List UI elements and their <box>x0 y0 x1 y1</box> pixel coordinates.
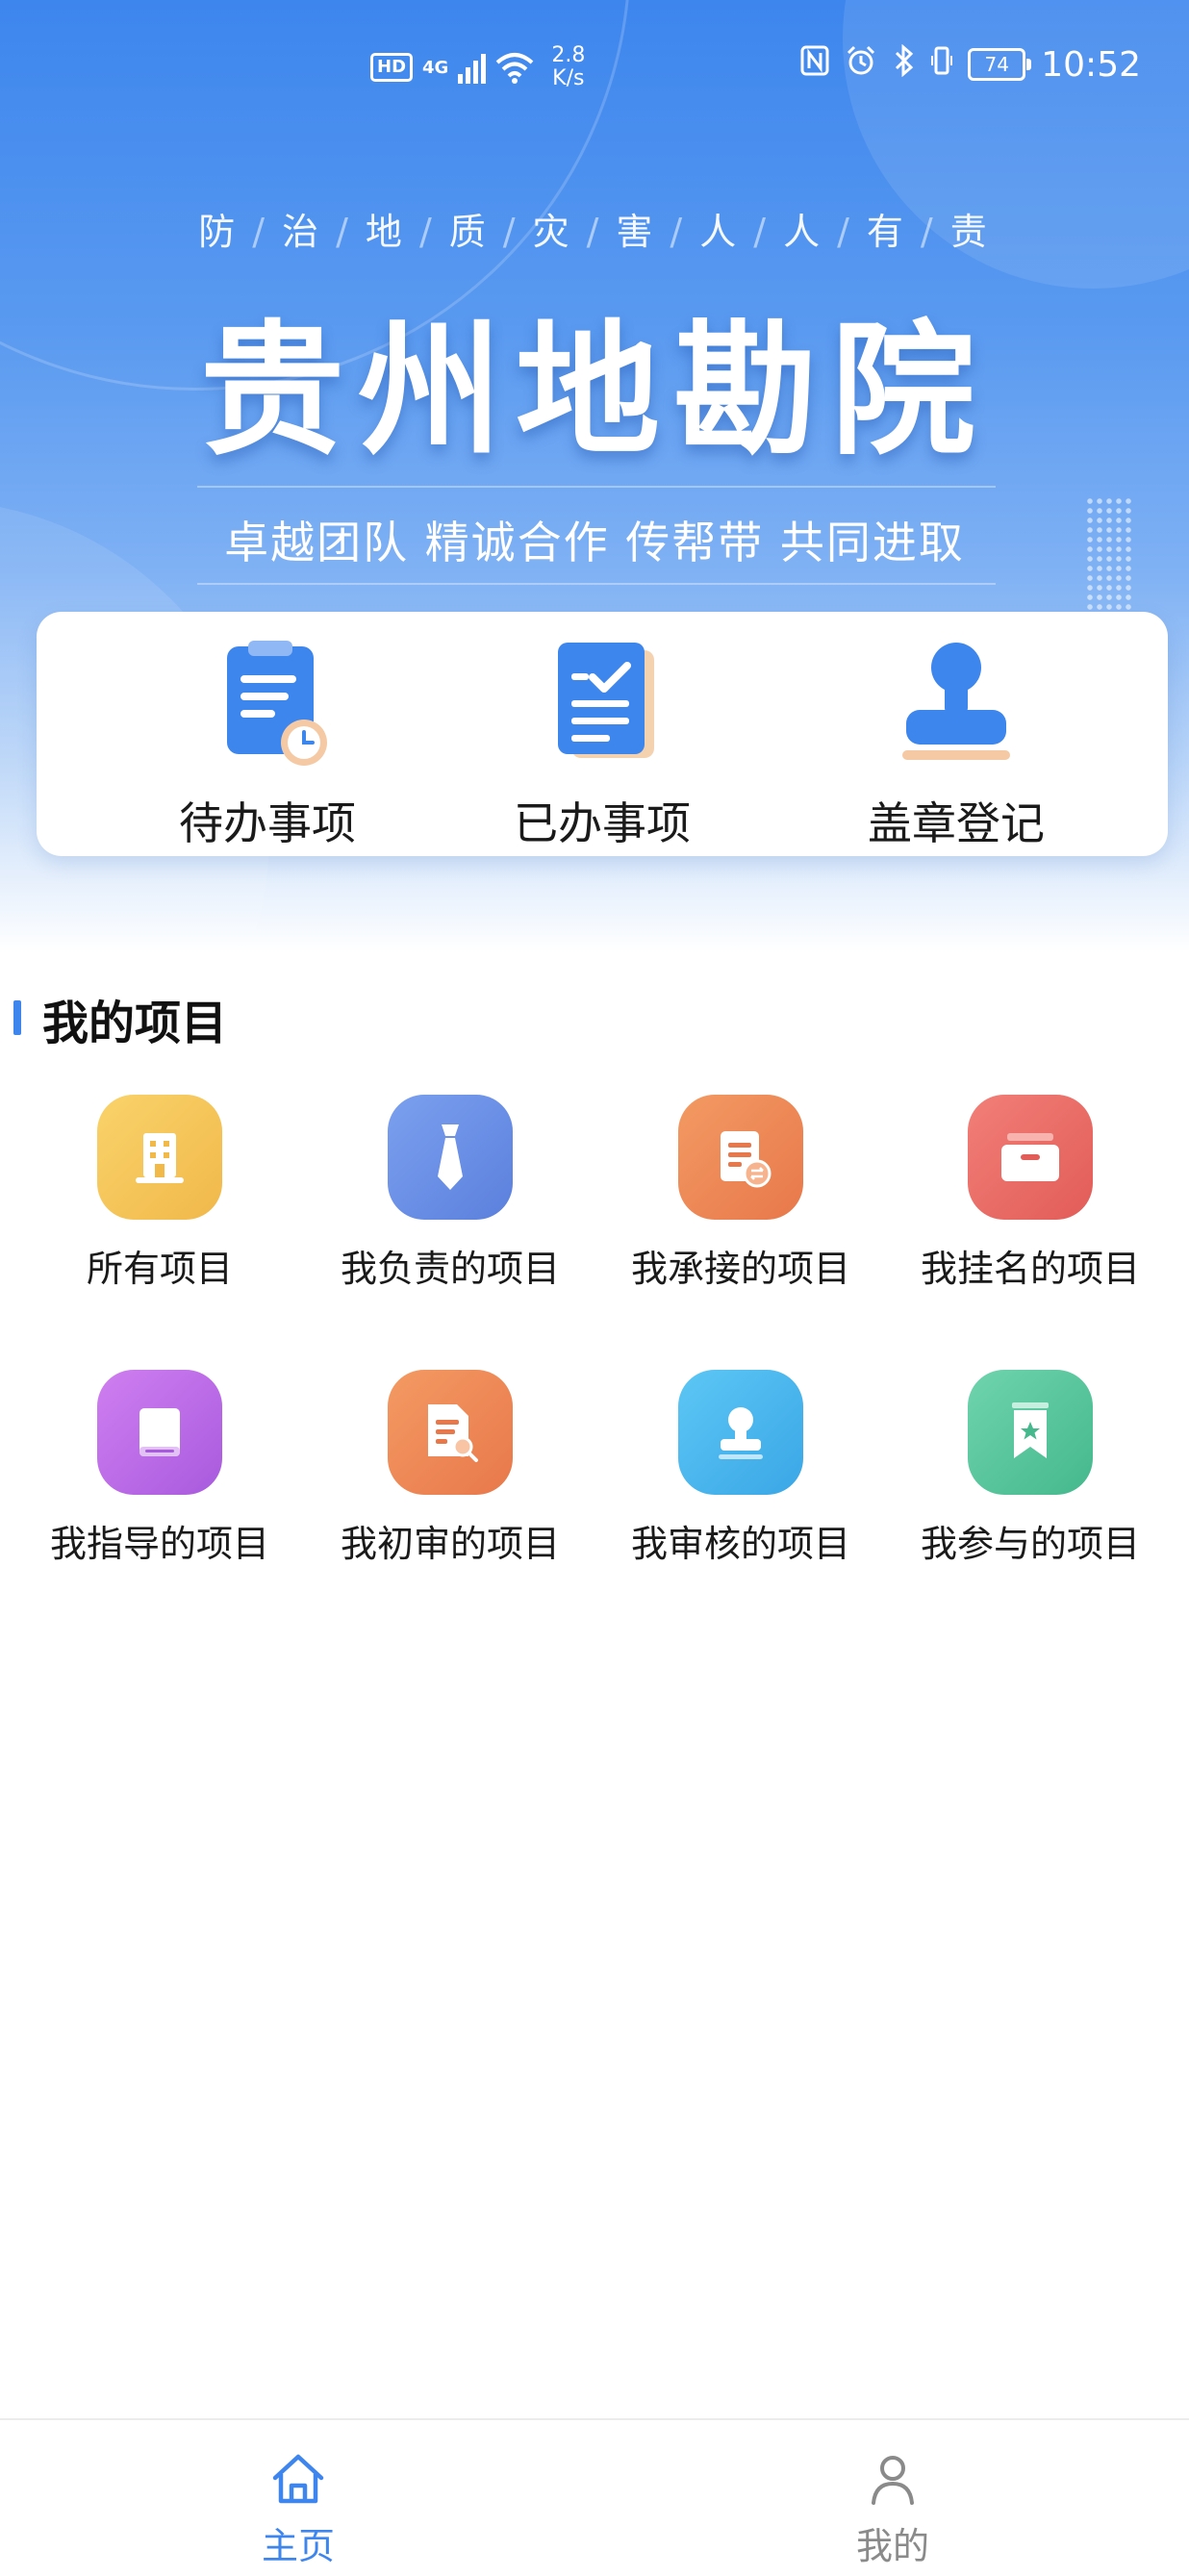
slogan-char: 质 <box>448 211 490 253</box>
slogan-char: 人 <box>783 211 824 253</box>
quick-action-label: 已办事项 <box>514 797 691 849</box>
tie-icon <box>388 1095 513 1220</box>
slogan-char: 防 <box>198 211 240 253</box>
speed-value: 2.8 <box>551 43 586 67</box>
clock: 10:52 <box>1041 44 1141 85</box>
slogan-char: 地 <box>365 211 406 253</box>
network-type: 4G <box>422 57 449 78</box>
quick-action-done[interactable]: 已办事项 <box>458 639 746 849</box>
bookmark-star-icon <box>968 1370 1093 1495</box>
quick-actions-card: 待办事项 已办事项 盖章登记 <box>37 612 1168 856</box>
book-icon <box>97 1370 222 1495</box>
project-label: 我审核的项目 <box>630 1523 850 1565</box>
status-bar: HD 4G 2.8 K/s 74 10:52 <box>0 38 1189 96</box>
speed-unit: K/s <box>552 66 585 90</box>
vibrate-icon <box>931 44 953 85</box>
slogan-char: 有 <box>866 211 907 253</box>
quick-action-stamp[interactable]: 盖章登记 <box>812 639 1100 849</box>
section-title: 我的项目 <box>42 997 228 1050</box>
motto: 卓越团队 精诚合作 传帮带 共同进取 <box>224 517 965 568</box>
quick-action-label: 盖章登记 <box>868 797 1045 849</box>
tab-label: 主页 <box>261 2525 335 2567</box>
person-icon <box>872 2456 914 2505</box>
project-label: 我指导的项目 <box>49 1523 269 1565</box>
alarm-icon <box>845 44 877 85</box>
project-label: 我挂名的项目 <box>920 1248 1140 1290</box>
slogan-char: 灾 <box>532 211 573 253</box>
project-label: 我初审的项目 <box>340 1523 560 1565</box>
nfc-icon <box>800 45 829 84</box>
project-participated[interactable]: 我参与的项目 <box>886 1370 1175 1565</box>
battery-icon: 74 <box>968 48 1032 81</box>
slogan-char: 人 <box>699 211 741 253</box>
divider <box>197 486 996 488</box>
project-audit[interactable]: 我审核的项目 <box>596 1370 885 1565</box>
quick-action-label: 待办事项 <box>179 797 356 849</box>
project-label: 我参与的项目 <box>920 1523 1140 1565</box>
section-accent <box>13 1000 21 1035</box>
slogan-char: 害 <box>616 211 657 253</box>
project-nominal[interactable]: 我挂名的项目 <box>886 1095 1175 1290</box>
slogan: 防 / 治 / 地 / 质 / 灾 / 害 / 人 / 人 / 有 / 责 <box>198 211 991 253</box>
document-search-icon <box>388 1370 513 1495</box>
project-guided[interactable]: 我指导的项目 <box>15 1370 304 1565</box>
inbox-icon <box>968 1095 1093 1220</box>
person-stamp-icon <box>678 1370 803 1495</box>
project-responsible[interactable]: 我负责的项目 <box>306 1095 594 1290</box>
bottom-tab-bar: 主页 我的 <box>0 2418 1189 2576</box>
project-label: 我承接的项目 <box>630 1248 850 1290</box>
quick-action-todo[interactable]: 待办事项 <box>123 639 412 849</box>
project-label: 我负责的项目 <box>340 1248 560 1290</box>
checked-document-icon <box>558 643 654 758</box>
stamp-icon <box>902 643 1010 760</box>
clipboard-clock-icon <box>227 641 327 766</box>
project-all[interactable]: 所有项目 <box>15 1095 304 1290</box>
project-label: 所有项目 <box>86 1248 233 1290</box>
tab-mine[interactable]: 我的 <box>748 2420 1037 2576</box>
wifi-icon <box>496 53 534 84</box>
building-icon <box>97 1095 222 1220</box>
tab-label: 我的 <box>855 2525 929 2567</box>
signal-icon <box>458 51 487 84</box>
net-speed: 2.8 K/s <box>551 44 585 90</box>
document-exchange-icon <box>678 1095 803 1220</box>
app-title: 贵州地勘院 <box>199 308 989 475</box>
bluetooth-icon <box>893 43 916 85</box>
slogan-char: 治 <box>282 211 323 253</box>
tab-home[interactable]: 主页 <box>154 2420 443 2576</box>
home-icon <box>272 2454 324 2504</box>
divider <box>197 583 996 585</box>
project-undertaken[interactable]: 我承接的项目 <box>596 1095 885 1290</box>
slogan-char: 责 <box>949 211 991 253</box>
hd-badge: HD <box>370 53 414 82</box>
project-first-review[interactable]: 我初审的项目 <box>306 1370 594 1565</box>
